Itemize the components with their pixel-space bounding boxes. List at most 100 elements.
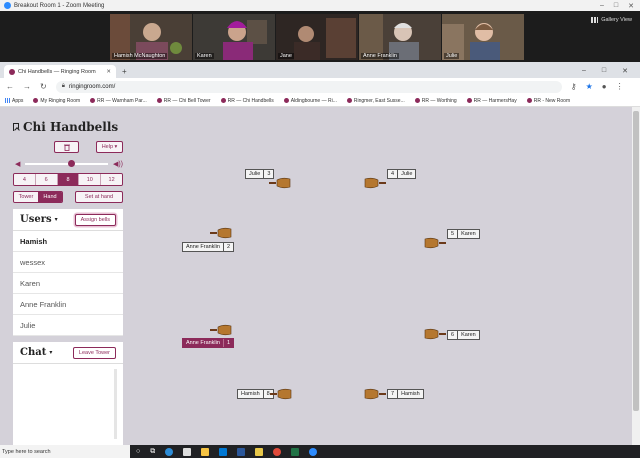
video-tile[interactable]: Karen (193, 14, 275, 60)
close-icon[interactable]: ✕ (628, 2, 634, 10)
size-option-8[interactable]: 8 (57, 174, 80, 185)
bookmark-item[interactable]: Ringmer, East Susse... (346, 98, 405, 104)
bell-label[interactable]: 7 Hamish (387, 389, 424, 399)
user-row[interactable]: Julie (13, 315, 123, 336)
bookmark-item[interactable]: RR — Chi Bell Tower (156, 98, 211, 104)
minimize-icon[interactable]: – (600, 2, 604, 10)
size-option-4[interactable]: 4 (14, 174, 36, 185)
bell-label[interactable]: 5 Karen (447, 229, 480, 239)
menu-icon[interactable]: ⋮ (616, 82, 624, 91)
cortana-icon[interactable]: ○ (136, 448, 140, 455)
handbell-icon[interactable] (270, 388, 292, 400)
size-option-10[interactable]: 10 (79, 174, 102, 185)
user-row[interactable]: Hamish (13, 231, 123, 252)
mail-icon[interactable] (219, 447, 228, 456)
caret-down-icon[interactable]: ▾ (49, 349, 52, 356)
bookmark-item[interactable]: Aldingbourne — Ri... (283, 98, 337, 104)
volume-slider[interactable] (25, 160, 108, 167)
ringer-name: Hamish (238, 390, 264, 398)
size-option-6[interactable]: 6 (35, 174, 58, 185)
browser-tab[interactable]: Chi Handbells — Ringing Room ✕ (4, 65, 116, 78)
bookmark-label: RR — Warnham Par... (97, 97, 147, 104)
bookmark-item[interactable]: RR — Chi Handbells (220, 98, 274, 104)
handbell-icon[interactable] (269, 177, 291, 189)
edge-icon[interactable] (165, 447, 174, 456)
task-view-icon[interactable]: ⧉ (150, 448, 155, 456)
bookmark-item[interactable]: RR - New Room (526, 98, 570, 104)
handbell-icon[interactable] (364, 388, 386, 400)
handbell-icon[interactable] (424, 237, 446, 249)
chat-panel: Chat ▾ Leave Tower (13, 342, 123, 445)
gallery-view-button[interactable]: Gallery View (591, 17, 632, 23)
chrome-icon[interactable] (273, 447, 282, 456)
key-icon[interactable]: ⚷ (571, 82, 577, 91)
bell-label-own[interactable]: Anne Franklin 1 (182, 338, 234, 348)
chat-messages[interactable] (13, 365, 123, 445)
favicon-icon (220, 98, 226, 103)
bookmark-apps[interactable]: Apps (5, 98, 23, 104)
forward-icon[interactable]: → (23, 82, 31, 91)
tower-size-selector: 4 6 8 10 12 (13, 173, 123, 186)
bookmark-item[interactable]: RR — Worthing (414, 98, 457, 104)
ringer-name: Anne Franklin (183, 339, 224, 347)
video-tile[interactable]: Julie (442, 14, 524, 60)
handbell-icon[interactable] (210, 227, 232, 239)
bell-number: 1 (226, 340, 230, 346)
url-field[interactable]: 🔒︎ ringingroom.com/ (55, 80, 562, 93)
user-row[interactable]: Anne Franklin (13, 294, 123, 315)
participant-name: Jane (278, 53, 294, 59)
bell-label[interactable]: Hamish 8 (237, 389, 274, 399)
assign-bells-button[interactable]: Assign bells (74, 213, 116, 226)
tower-mode-button[interactable]: Tower (14, 192, 38, 202)
participant-name: Hamish McNaughton (112, 53, 168, 59)
handbell-icon[interactable] (364, 177, 386, 189)
bookmark-icon[interactable] (13, 123, 19, 131)
video-tile[interactable]: Hamish McNaughton (110, 14, 192, 60)
handbell-icon[interactable] (210, 324, 232, 336)
word-icon[interactable] (237, 447, 246, 456)
bookmark-item[interactable]: RR — HarmersHay (466, 98, 517, 104)
handbell-icon[interactable] (424, 328, 446, 340)
excel-icon[interactable] (291, 447, 300, 456)
file-explorer-icon[interactable] (201, 447, 210, 456)
user-row[interactable]: wessex (13, 252, 123, 273)
favicon-icon (156, 98, 162, 103)
store-icon[interactable] (183, 447, 192, 456)
account-icon[interactable]: ● (602, 82, 607, 91)
bell-label[interactable]: 6 Karen (447, 330, 480, 340)
chat-scrollbar[interactable] (114, 369, 117, 439)
page-scrollbar[interactable] (632, 107, 640, 445)
caret-down-icon[interactable]: ▾ (55, 216, 58, 223)
size-option-12[interactable]: 12 (101, 174, 122, 185)
close-icon[interactable]: ✕ (622, 67, 628, 75)
user-row[interactable]: Karen (13, 273, 123, 294)
scrollbar-thumb[interactable] (633, 111, 639, 411)
lock-icon: 🔒︎ (61, 83, 65, 89)
hand-mode-button[interactable]: Hand (38, 192, 62, 202)
trash-button[interactable] (54, 141, 79, 153)
reload-icon[interactable]: ↻ (40, 82, 47, 91)
set-at-hand-button[interactable]: Set at hand (75, 191, 123, 203)
sidebar: Chi Handbells Help ▾ ◀ ◀)) 4 6 8 10 12 T… (8, 107, 124, 445)
video-tile[interactable]: Jane (276, 14, 358, 60)
bell-label[interactable]: 4 Julie (387, 169, 417, 179)
bookmark-item[interactable]: My Ringing Room (33, 98, 80, 104)
minimize-icon[interactable]: – (582, 67, 586, 75)
zoom-icon[interactable] (309, 447, 318, 456)
volume-slider-handle[interactable] (67, 160, 75, 167)
help-button[interactable]: Help ▾ (96, 141, 123, 153)
maximize-icon[interactable]: □ (602, 67, 606, 75)
video-tile[interactable]: Anne Franklin (359, 14, 441, 60)
close-tab-icon[interactable]: ✕ (106, 69, 111, 75)
new-tab-icon[interactable]: + (122, 67, 127, 76)
app-icon[interactable] (255, 447, 264, 456)
taskbar-search[interactable]: Type here to search (0, 445, 130, 458)
bookmark-item[interactable]: RR — Warnham Par... (90, 98, 147, 104)
bell-label[interactable]: Anne Franklin 2 (182, 242, 234, 252)
chat-heading[interactable]: Chat (20, 347, 46, 358)
back-icon[interactable]: ← (6, 82, 14, 91)
leave-tower-button[interactable]: Leave Tower (72, 346, 116, 359)
maximize-icon[interactable]: □ (614, 2, 618, 10)
bookmark-star-icon[interactable]: ★ (586, 82, 593, 91)
users-heading[interactable]: Users (20, 214, 52, 225)
